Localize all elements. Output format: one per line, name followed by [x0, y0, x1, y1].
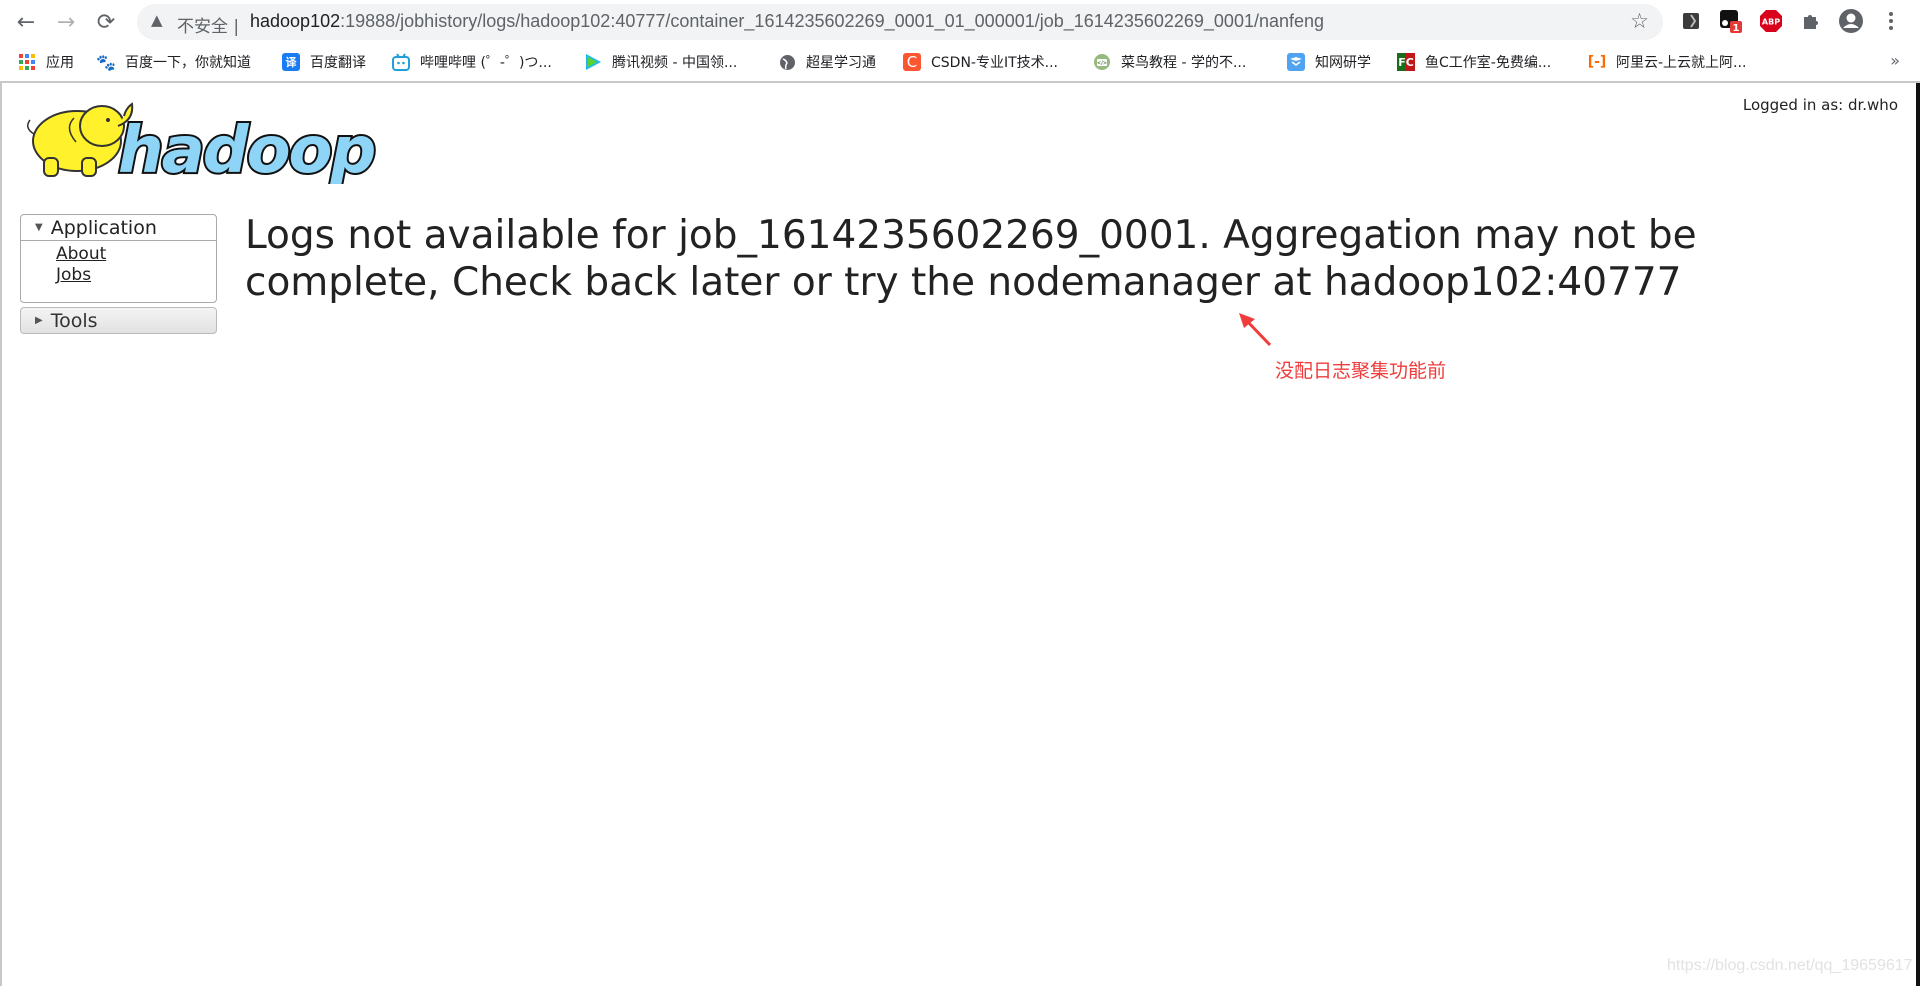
bookmark-chaoxing[interactable]: 超星学习通: [778, 51, 876, 73]
hadoop-elephant-icon: [27, 102, 134, 177]
apps-grid-icon: [18, 53, 36, 71]
bookmark-tencent-video[interactable]: 腾讯视频 - 中国领...: [584, 51, 737, 73]
bookmark-csdn[interactable]: C CSDN-专业IT技术...: [903, 51, 1058, 73]
sidebar-tools-section[interactable]: ▶ Tools: [20, 307, 217, 334]
page-border-left: [0, 83, 2, 986]
extension-2-icon[interactable]: 1: [1718, 8, 1744, 34]
warning-triangle-icon: ▲: [151, 11, 163, 29]
url-text[interactable]: hadoop102:19888/jobhistory/logs/hadoop10…: [250, 11, 1324, 32]
runoob-icon: </>: [1093, 53, 1111, 71]
bookmark-baidu[interactable]: 🐾 百度一下，你就知道: [96, 51, 251, 73]
annotation-text: 没配日志聚集功能前: [1275, 360, 1447, 382]
bookmark-baidu-translate[interactable]: 译 百度翻译: [282, 51, 366, 73]
more-bookmarks-chevron-icon[interactable]: »: [1890, 51, 1900, 70]
abp-label: ABP: [1762, 18, 1780, 27]
bookmark-label: 百度一下，你就知道: [125, 55, 251, 71]
bookmark-label: 阿里云-上云就上阿...: [1616, 55, 1747, 71]
menu-kebab-icon[interactable]: [1878, 8, 1904, 34]
csdn-icon: C: [903, 53, 921, 71]
bilibili-icon: [392, 53, 410, 71]
svg-text:</>: </>: [1097, 61, 1107, 67]
bookmark-label: 应用: [46, 55, 74, 71]
logged-in-user: Logged in as: dr.who: [1742, 96, 1898, 114]
tools-title: Tools: [50, 309, 98, 332]
bookmark-label: 超星学习通: [806, 55, 876, 71]
tencent-video-icon: [584, 53, 602, 71]
bookmark-aliyun[interactable]: [-] 阿里云-上云就上阿...: [1587, 51, 1747, 73]
fishc-icon: FC: [1397, 53, 1415, 71]
reload-icon: ⟳: [96, 9, 116, 35]
url-host: hadoop102: [250, 11, 341, 31]
baidu-paw-icon: 🐾: [96, 52, 116, 72]
triangle-down-icon: ▼: [35, 222, 43, 233]
forward-arrow-icon: →: [56, 9, 76, 35]
bookmark-bilibili[interactable]: 哔哩哔哩 (゜-゜)つ...: [392, 51, 552, 73]
triangle-right-icon: ▶: [35, 315, 43, 326]
sidebar-link-jobs[interactable]: Jobs: [56, 265, 216, 286]
bookmark-label: 腾讯视频 - 中国领...: [612, 55, 738, 71]
logs-unavailable-message: Logs not available for job_1614235602269…: [245, 213, 1697, 305]
insecure-label[interactable]: 不安全 |: [177, 12, 239, 37]
browser-toolbar: ← → ⟳ ▲ 不安全 | hadoop102:19888/jobhistory…: [0, 0, 1920, 43]
globe-icon: [778, 53, 796, 71]
bookmark-apps[interactable]: 应用: [18, 51, 74, 73]
extensions-puzzle-icon[interactable]: [1798, 8, 1824, 34]
address-bar[interactable]: ▲ 不安全 | hadoop102:19888/jobhistory/logs/…: [137, 4, 1663, 40]
bookmark-runoob[interactable]: </> 菜鸟教程 - 学的不...: [1093, 51, 1246, 73]
sidebar-link-about[interactable]: About: [56, 244, 216, 265]
bookmark-label: 哔哩哔哩 (゜-゜)つ...: [420, 55, 552, 71]
profile-avatar-icon[interactable]: [1838, 8, 1864, 34]
back-arrow-icon: ←: [16, 9, 36, 35]
aliyun-icon: [-]: [1587, 54, 1607, 70]
bookmark-label: 鱼C工作室-免费编...: [1425, 55, 1552, 71]
extension-badge: 1: [1733, 23, 1740, 33]
forward-button[interactable]: →: [52, 8, 80, 36]
hadoop-wordmark: hadoop: [118, 114, 375, 184]
application-header[interactable]: ▼ Application: [21, 215, 216, 241]
translate-icon: 译: [282, 53, 300, 71]
sidebar-application-section: ▼ Application About Jobs: [20, 214, 217, 303]
bookmark-fishc[interactable]: FC 鱼C工作室-免费编...: [1397, 51, 1551, 73]
reload-button[interactable]: ⟳: [92, 8, 120, 36]
bookmarks-bar: 应用 🐾 百度一下，你就知道 译 百度翻译 哔哩哔哩 (゜-゜)つ... 腾讯视…: [0, 43, 1920, 83]
bookmark-label: 菜鸟教程 - 学的不...: [1121, 55, 1247, 71]
back-button[interactable]: ←: [12, 8, 40, 36]
extension-1-icon[interactable]: [1678, 8, 1704, 34]
bookmark-star-icon[interactable]: ☆: [1630, 9, 1649, 33]
application-title: Application: [50, 216, 157, 239]
cnki-icon: [1287, 53, 1305, 71]
page-border-right: [1916, 83, 1920, 986]
bookmark-label: 百度翻译: [310, 55, 366, 71]
bookmark-cnki[interactable]: 知网研学: [1287, 51, 1371, 73]
separator: |: [233, 17, 240, 37]
watermark: https://blog.csdn.net/qq_19659617: [1667, 957, 1913, 974]
insecure-text: 不安全: [177, 17, 228, 37]
adblock-plus-icon[interactable]: ABP: [1758, 8, 1784, 34]
url-path: :19888/jobhistory/logs/hadoop102:40777/c…: [340, 11, 1325, 31]
hadoop-logo[interactable]: hadoop: [22, 96, 394, 190]
bookmark-label: CSDN-专业IT技术...: [931, 55, 1058, 71]
annotation-arrow-icon: [1239, 313, 1272, 347]
bookmark-label: 知网研学: [1315, 55, 1371, 71]
